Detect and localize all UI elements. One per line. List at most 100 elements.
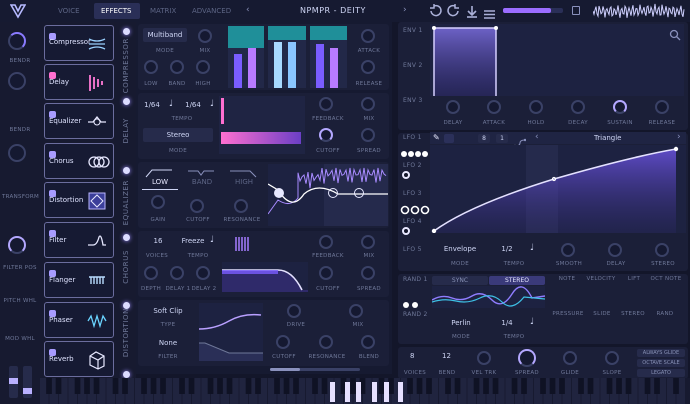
black-key[interactable]	[540, 378, 546, 394]
black-key[interactable]	[549, 378, 556, 394]
vel-trk-knob[interactable]	[477, 351, 491, 365]
random-stereo-button[interactable]: STEREO	[489, 276, 545, 285]
lfo4-tab[interactable]: LFO 4	[403, 218, 422, 225]
chorus-voices-value[interactable]: 16	[143, 234, 173, 248]
black-key[interactable]	[426, 378, 432, 394]
black-key[interactable]	[350, 378, 356, 394]
eq-high-shape-button[interactable]	[226, 164, 260, 178]
black-key[interactable]	[141, 378, 147, 394]
lfo-next-shape-icon[interactable]: ›	[677, 132, 681, 142]
black-key[interactable]	[217, 378, 223, 394]
delay-visualizer[interactable]	[219, 96, 305, 154]
always-glide-toggle[interactable]: ALWAYS GLIDE	[637, 349, 685, 357]
pitch-wheel[interactable]	[9, 366, 18, 398]
delay-tempo-right[interactable]: 1/64	[181, 98, 205, 112]
delay-spread-knob[interactable]	[361, 128, 375, 142]
black-key[interactable]	[416, 378, 423, 394]
macro-knob-1[interactable]	[8, 32, 26, 50]
undo-icon[interactable]	[428, 3, 443, 18]
delay-feedback-knob[interactable]	[319, 97, 333, 111]
legato-toggle[interactable]: LEGATO	[637, 369, 685, 377]
lfo4-indicator[interactable]	[402, 227, 410, 235]
eq-high-handle[interactable]	[354, 188, 364, 198]
bend-value[interactable]: 12	[442, 352, 451, 360]
distortion-drive-knob[interactable]	[287, 304, 301, 318]
delay-note-icon-2[interactable]: ♩	[210, 99, 214, 109]
lfo5-tab[interactable]: LFO 5	[403, 246, 422, 253]
delay-mix-knob[interactable]	[361, 97, 375, 111]
black-key[interactable]	[188, 378, 195, 394]
distortion-resonance-knob[interactable]	[319, 335, 333, 349]
pressed-key[interactable]	[345, 382, 350, 402]
black-key[interactable]	[521, 378, 527, 394]
pressed-key[interactable]	[356, 382, 361, 402]
macro-knob-4[interactable]	[8, 236, 26, 254]
black-key[interactable]	[122, 378, 128, 394]
env2-tab[interactable]: ENV 2	[403, 62, 423, 69]
fx-item-delay[interactable]: Delay	[44, 64, 114, 100]
delay-tempo-left[interactable]: 1/64	[143, 98, 161, 112]
black-key[interactable]	[179, 378, 185, 394]
eq-band-high-tab[interactable]: HIGH	[226, 178, 262, 190]
black-key[interactable]	[378, 378, 385, 394]
black-key[interactable]	[112, 378, 119, 394]
distortion-blend-knob[interactable]	[361, 335, 375, 349]
distortion-type-dropdown[interactable]: Soft Clip	[143, 304, 193, 318]
volume-meter[interactable]	[503, 8, 563, 13]
black-key[interactable]	[283, 378, 290, 394]
keyboard[interactable]	[40, 378, 690, 404]
search-icon[interactable]	[669, 26, 681, 41]
lfo-tempo-value[interactable]: 1/2	[496, 242, 518, 256]
black-key[interactable]	[226, 378, 233, 394]
rand2-tab[interactable]: RAND 2	[403, 311, 428, 318]
equalizer-led[interactable]	[123, 167, 130, 174]
eq-band-handle[interactable]	[328, 188, 338, 198]
mod-source-pressure[interactable]: PRESSURE	[550, 311, 586, 317]
chorus-filter-graph[interactable]	[222, 262, 308, 292]
fx-item-reverb[interactable]: Reverb	[44, 341, 114, 377]
black-key[interactable]	[559, 378, 565, 394]
compressor-band-meters[interactable]	[226, 26, 349, 88]
macro-knob-2[interactable]	[8, 72, 26, 90]
black-key[interactable]	[578, 378, 584, 394]
black-key[interactable]	[673, 378, 679, 394]
chorus-spread-knob[interactable]	[361, 266, 375, 280]
fx-item-compressor[interactable]: Compressor	[44, 25, 114, 61]
eq-low-handle[interactable]	[274, 188, 284, 198]
env-decay-knob[interactable]	[571, 100, 585, 114]
black-key[interactable]	[492, 378, 499, 394]
random-note-icon[interactable]: ♩	[530, 317, 534, 327]
eq-low-shape-button[interactable]	[142, 164, 176, 178]
black-key[interactable]	[46, 378, 52, 394]
lfo-stereo-knob[interactable]	[655, 243, 669, 257]
lfo-shape-name[interactable]: Triangle	[594, 134, 622, 142]
prev-preset-icon[interactable]: ‹	[246, 5, 250, 15]
mod-source-note[interactable]: NOTE	[552, 276, 582, 282]
random-tempo-value[interactable]: 1/4	[496, 316, 518, 330]
compressor-release-knob[interactable]	[361, 60, 375, 74]
voices-value[interactable]: 8	[410, 352, 414, 360]
pressed-key[interactable]	[372, 382, 377, 402]
black-key[interactable]	[274, 378, 280, 394]
lfo-note-icon[interactable]: ♩	[530, 243, 534, 253]
chorus-led[interactable]	[123, 234, 130, 241]
tab-advanced[interactable]: ADVANCED	[192, 7, 231, 15]
lfo1-tab[interactable]: LFO 1	[403, 134, 422, 141]
chorus-mix-knob[interactable]	[361, 235, 375, 249]
mod-source-velocity[interactable]: VELOCITY	[583, 276, 619, 282]
env-release-knob[interactable]	[655, 100, 669, 114]
effects-scrollbar[interactable]	[270, 368, 360, 371]
random-sync-button[interactable]: SYNC	[432, 276, 488, 285]
random-style-dropdown[interactable]: Perlin	[434, 316, 488, 330]
env-delay-knob[interactable]	[446, 100, 460, 114]
octave-scale-toggle[interactable]: OCTAVE SCALE	[637, 359, 685, 367]
fx-item-chorus[interactable]: Chorus	[44, 143, 114, 179]
eq-resonance-knob[interactable]	[234, 199, 248, 213]
mod-wheel[interactable]	[23, 366, 32, 398]
env1-tab[interactable]: ENV 1	[403, 27, 423, 34]
delay-led[interactable]	[123, 98, 130, 105]
lfo-mode-dropdown[interactable]: Envelope	[434, 242, 486, 256]
chorus-tempo-value[interactable]: Freeze	[178, 234, 208, 248]
fx-item-equalizer[interactable]: Equalizer	[44, 103, 114, 139]
black-key[interactable]	[454, 378, 461, 394]
